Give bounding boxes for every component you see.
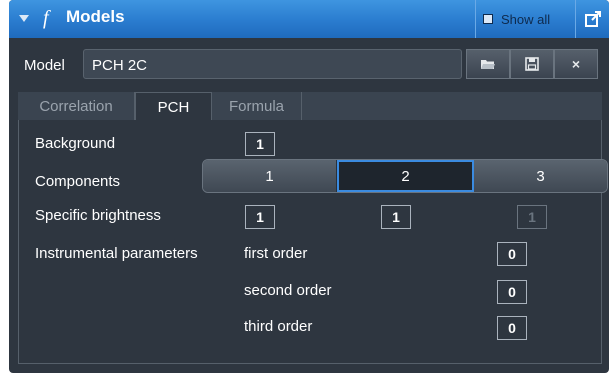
- show-all-checkbox[interactable]: [483, 14, 493, 24]
- components-label: Components: [35, 173, 121, 190]
- brightness-input-2[interactable]: 1: [381, 205, 411, 229]
- models-panel: f Models Show all Model PCH 2C × Correla…: [9, 0, 609, 373]
- components-option-2[interactable]: 2: [337, 160, 474, 192]
- triangle-down-icon[interactable]: [19, 15, 29, 22]
- model-label: Model: [24, 57, 65, 74]
- tab-formula[interactable]: Formula: [212, 92, 302, 120]
- third-order-input[interactable]: 0: [497, 316, 527, 340]
- model-name-field[interactable]: PCH 2C: [83, 49, 462, 79]
- second-order-label: second order: [244, 282, 332, 299]
- background-input[interactable]: 1: [245, 132, 275, 156]
- instrumental-parameters-label: Instrumental parameters: [35, 245, 198, 262]
- open-model-button[interactable]: [466, 49, 510, 79]
- brightness-input-1[interactable]: 1: [245, 205, 275, 229]
- brightness-input-3: 1: [517, 205, 547, 229]
- background-label: Background: [35, 135, 116, 152]
- titlebar-divider: [475, 0, 476, 38]
- save-icon: [525, 57, 539, 71]
- specific-brightness-label: Specific brightness: [35, 207, 161, 224]
- show-all-toggle[interactable]: Show all: [479, 0, 579, 38]
- first-order-label: first order: [244, 245, 308, 262]
- tab-correlation[interactable]: Correlation: [18, 92, 135, 120]
- close-icon: ×: [571, 56, 581, 72]
- components-selector: 1 2 3: [202, 159, 608, 193]
- second-order-input[interactable]: 0: [497, 280, 527, 304]
- panel-titlebar: f Models Show all: [9, 0, 609, 38]
- save-model-button[interactable]: [510, 49, 554, 79]
- close-model-button[interactable]: ×: [554, 49, 598, 79]
- open-folder-icon: [481, 60, 495, 69]
- tab-bar: Correlation PCH Formula: [18, 92, 602, 121]
- third-order-label: third order: [244, 318, 313, 335]
- components-option-1[interactable]: 1: [203, 160, 337, 192]
- show-all-label: Show all: [501, 11, 551, 27]
- tab-pch[interactable]: PCH: [135, 92, 212, 121]
- panel-title: Models: [66, 7, 125, 26]
- function-icon: f: [43, 7, 49, 29]
- pch-tab-content: Background 1 Components 1 2 3 Specific b…: [18, 120, 608, 364]
- first-order-input[interactable]: 0: [497, 242, 527, 266]
- components-option-3[interactable]: 3: [474, 160, 607, 192]
- export-window-icon[interactable]: [576, 0, 609, 38]
